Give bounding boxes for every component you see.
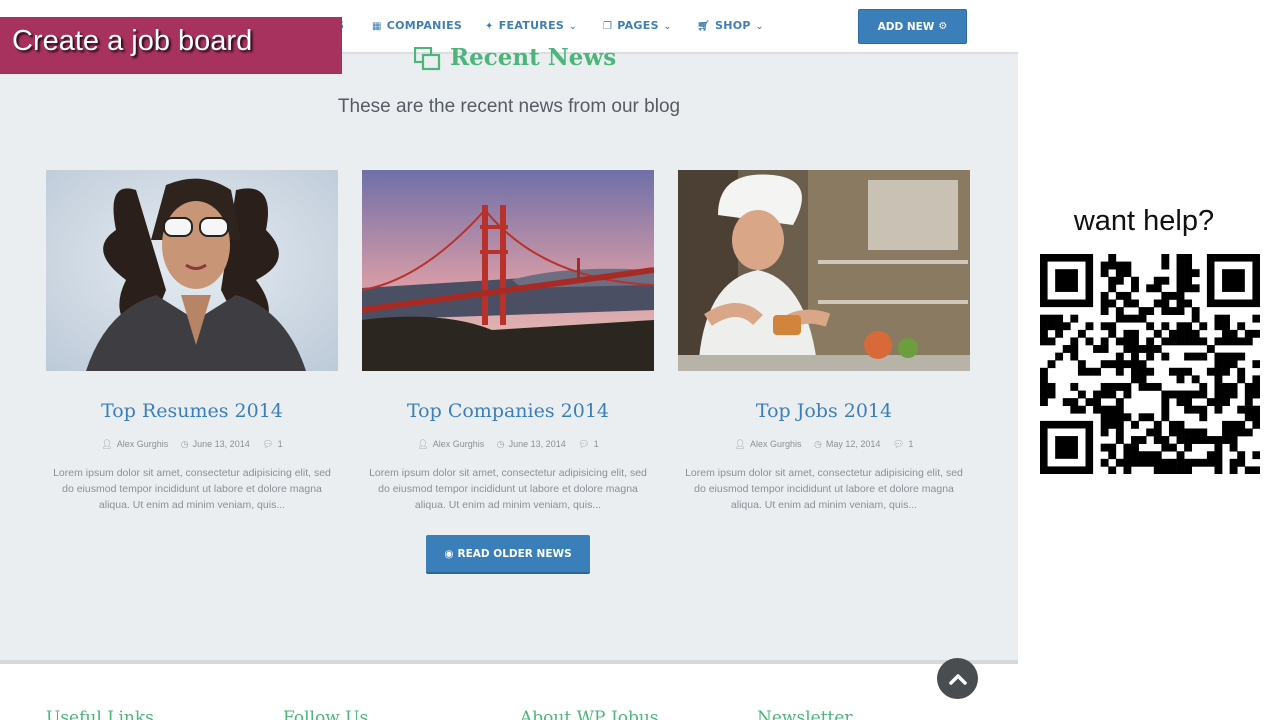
post-date: June 13, 2014: [192, 439, 250, 449]
comment-icon: 💬︎: [578, 439, 590, 449]
nav-item-label: PAGES: [617, 19, 659, 32]
nav-item-label: COMPANIES: [386, 19, 463, 32]
nav-item-companies[interactable]: ▦ COMPANIES: [372, 19, 462, 32]
nav-item-label: FEATURES: [498, 19, 565, 32]
add-new-button[interactable]: ADD NEW ⚙: [858, 9, 967, 44]
comment-icon: 💬︎: [892, 439, 905, 449]
user-icon: 👤︎: [101, 439, 113, 449]
post-author[interactable]: Alex Gurghis: [117, 439, 169, 449]
website-viewport: S ▦COMPANIES ✦FEATURES⌄ ❐PAGES⌄ 🛒︎SHOP⌄ …: [0, 0, 1018, 720]
post-date: May 12, 2014: [825, 439, 881, 449]
chevron-down-icon: ⌄: [663, 22, 672, 32]
clock-icon: ◷: [814, 439, 822, 449]
clock-icon: ◷: [496, 439, 505, 449]
help-text: want help?: [1073, 205, 1215, 237]
post-author[interactable]: Alex Gurghis: [750, 439, 802, 449]
post-image[interactable]: [362, 170, 654, 371]
footer-heading-newsletter: Newsletter: [757, 708, 853, 720]
user-icon: 👤︎: [417, 439, 429, 449]
cart-icon: 🛒︎: [697, 21, 710, 32]
chevron-down-icon: ⌄: [755, 22, 764, 32]
caption-text: Create a job board: [12, 25, 253, 57]
section-subtitle: These are the recent news from our blog: [337, 96, 681, 117]
read-older-news-button[interactable]: ◉ READ OLDER NEWS: [426, 535, 590, 574]
post-meta: 👤︎ Alex Gurghis ◷ May 12, 2014 💬︎ 1: [678, 439, 970, 450]
post-date: June 13, 2014: [508, 439, 566, 449]
post-meta: 👤︎ Alex Gurghis ◷ June 13, 2014 💬︎ 1: [362, 439, 654, 450]
comment-icon: 💬︎: [262, 439, 274, 449]
nav-item-label: SHOP: [715, 19, 751, 32]
video-caption-badge: Create a job board: [0, 17, 342, 74]
copy-icon: [414, 47, 441, 71]
gear-icon: ⚙: [938, 21, 948, 32]
nav-item-shop[interactable]: 🛒︎ SHOP ⌄: [697, 19, 764, 32]
add-new-label: ADD NEW: [877, 20, 935, 33]
footer: Useful Links Follow Us About WP Jobus Ne…: [0, 660, 1018, 720]
post-meta: 👤︎ Alex Gurghis ◷ June 13, 2014 💬︎ 1: [46, 439, 338, 450]
nav-item-features[interactable]: ✦ FEATURES ⌄: [485, 19, 577, 32]
screen: S ▦COMPANIES ✦FEATURES⌄ ❐PAGES⌄ 🛒︎SHOP⌄ …: [0, 0, 1280, 720]
building-icon: ▦: [372, 21, 382, 32]
post-excerpt: Lorem ipsum dolor sit amet, consectetur …: [685, 467, 963, 511]
eye-icon: ◉: [444, 547, 454, 560]
star-icon: ✦: [485, 21, 494, 32]
post-comments[interactable]: 1: [278, 439, 283, 449]
user-icon: 👤︎: [734, 439, 746, 449]
post-comments[interactable]: 1: [594, 439, 599, 449]
nav-item-pages[interactable]: ❐ PAGES ⌄: [603, 19, 672, 32]
post-image[interactable]: [678, 170, 970, 371]
post-excerpt: Lorem ipsum dolor sit amet, consectetur …: [53, 467, 331, 511]
post-title[interactable]: Top Resumes 2014: [46, 400, 338, 422]
post-comments[interactable]: 1: [908, 439, 913, 449]
chevron-up-icon: [948, 673, 967, 685]
post-excerpt: Lorem ipsum dolor sit amet, consectetur …: [369, 467, 647, 511]
clock-icon: ◷: [180, 439, 189, 449]
read-older-label: READ OLDER NEWS: [457, 547, 572, 560]
chevron-down-icon: ⌄: [569, 22, 577, 32]
post-title[interactable]: Top Jobs 2014: [678, 400, 970, 422]
section-title: Recent News: [450, 44, 617, 71]
footer-heading-about: About WP Jobus: [520, 708, 659, 720]
footer-heading-useful-links: Useful Links: [46, 708, 154, 720]
copy-icon: ❐: [603, 21, 613, 32]
post-image[interactable]: [46, 170, 338, 371]
footer-heading-follow-us: Follow Us: [283, 708, 369, 720]
qr-code[interactable]: [1040, 254, 1260, 474]
post-author[interactable]: Alex Gurghis: [433, 439, 485, 449]
post-title[interactable]: Top Companies 2014: [362, 400, 654, 422]
scroll-to-top-button[interactable]: [937, 658, 978, 699]
